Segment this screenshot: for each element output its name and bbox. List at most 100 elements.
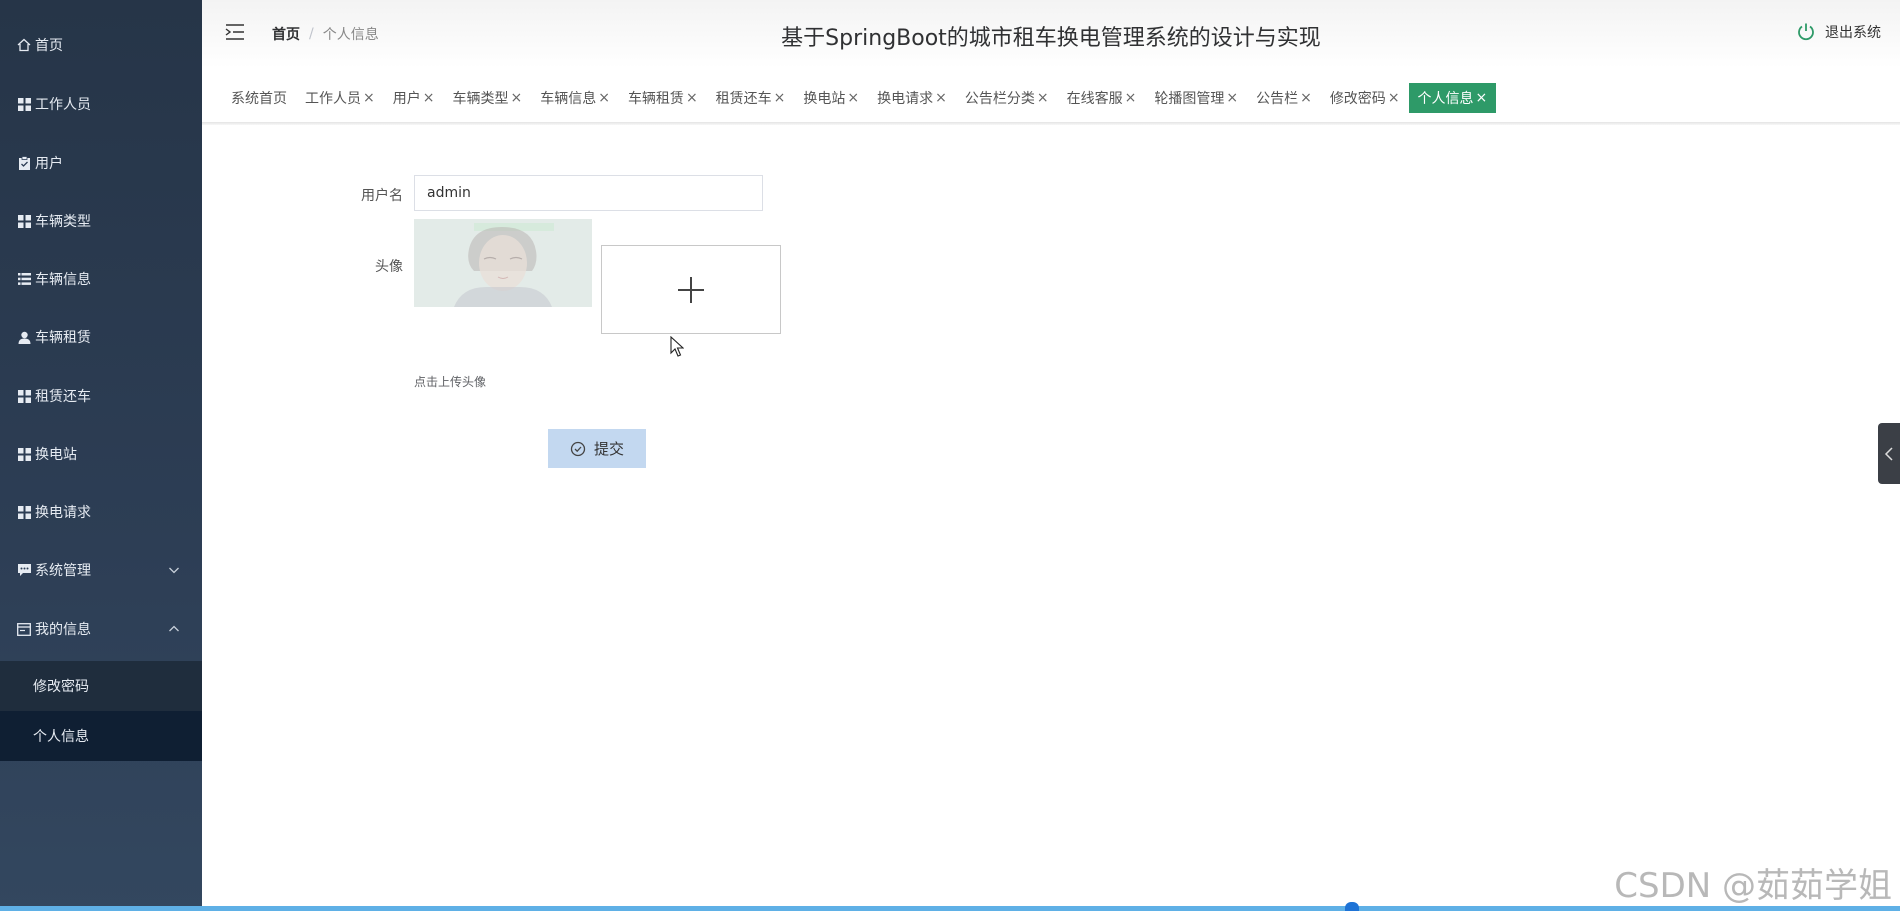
tab-notice-category[interactable]: 公告栏分类 × <box>956 83 1058 113</box>
tab-label: 用户 <box>392 91 421 107</box>
close-icon[interactable]: × <box>1300 90 1312 106</box>
close-icon[interactable]: × <box>510 90 522 106</box>
list-icon <box>17 272 31 286</box>
submit-button[interactable]: 提交 <box>548 429 646 468</box>
tab-label: 工作人员 <box>305 91 361 107</box>
sidebar-item-label: 我的信息 <box>35 622 91 638</box>
mouse-cursor-icon <box>670 336 684 357</box>
username-label: 用户名 <box>361 188 403 204</box>
close-icon[interactable]: × <box>1037 90 1049 106</box>
sidebar-item-label: 修改密码 <box>33 679 89 695</box>
side-collapse-handle[interactable] <box>1878 423 1900 484</box>
sidebar-item-label: 租赁还车 <box>35 389 91 405</box>
sidebar-item-home[interactable]: 首页 <box>0 25 202 65</box>
tab-label: 换电请求 <box>877 91 934 107</box>
tab-label: 个人信息 <box>1417 91 1474 107</box>
sidebar: 首页 工作人员 用户 车辆类型 车辆信息 车辆租赁 租赁还车 换电站 换电请求 … <box>0 0 202 911</box>
close-icon[interactable]: × <box>774 90 786 106</box>
page-title: 基于SpringBoot的城市租车换电管理系统的设计与实现 <box>781 26 1321 51</box>
tab-carousel-management[interactable]: 轮播图管理 × <box>1145 83 1247 113</box>
sidebar-item-label: 换电站 <box>35 447 77 463</box>
tab-rental-return[interactable]: 租赁还车 × <box>707 83 795 113</box>
watermark: CSDN @茹茹学姐 <box>1614 866 1892 906</box>
sidebar-item-label: 首页 <box>35 38 63 54</box>
clipboard-icon <box>17 156 31 170</box>
logout-label: 退出系统 <box>1825 25 1881 41</box>
avatar-upload-button[interactable] <box>601 245 781 334</box>
sidebar-item-label: 个人信息 <box>33 729 89 745</box>
tab-system-home[interactable]: 系统首页 <box>222 83 296 113</box>
chevron-left-icon <box>1884 446 1893 461</box>
tab-change-password[interactable]: 修改密码 × <box>1321 83 1409 113</box>
close-icon[interactable]: × <box>1388 90 1400 106</box>
logout-button[interactable]: 退出系统 <box>1796 22 1881 42</box>
plus-icon <box>678 276 704 303</box>
chevron-up-icon <box>168 623 180 635</box>
sidebar-item-label: 车辆信息 <box>35 272 91 288</box>
tab-label: 轮播图管理 <box>1154 91 1225 107</box>
close-icon[interactable]: × <box>1125 90 1137 106</box>
sidebar-subitem-personal-info[interactable]: 个人信息 <box>0 711 202 761</box>
sidebar-item-vehicle-type[interactable]: 车辆类型 <box>0 201 202 241</box>
tab-notice-board[interactable]: 公告栏 × <box>1247 83 1321 113</box>
submit-label: 提交 <box>593 441 624 458</box>
power-icon <box>1798 23 1814 41</box>
sidebar-item-system-management[interactable]: 系统管理 <box>0 550 202 590</box>
card-icon <box>17 622 31 636</box>
avatar-label: 头像 <box>375 259 403 275</box>
tab-vehicle-type[interactable]: 车辆类型 × <box>443 83 531 113</box>
grid-icon <box>17 447 31 461</box>
sidebar-item-swap-request[interactable]: 换电请求 <box>0 492 202 532</box>
close-icon[interactable]: × <box>935 90 947 106</box>
home-icon <box>17 38 31 52</box>
sidebar-item-label: 系统管理 <box>35 563 91 579</box>
sidebar-item-my-info[interactable]: 我的信息 <box>0 609 202 649</box>
grid-icon <box>17 97 31 111</box>
sidebar-item-vehicle-info[interactable]: 车辆信息 <box>0 259 202 299</box>
sidebar-item-label: 用户 <box>35 156 63 172</box>
sidebar-item-label: 换电请求 <box>35 505 91 521</box>
close-icon[interactable]: × <box>363 90 375 106</box>
sidebar-item-rental-return[interactable]: 租赁还车 <box>0 376 202 416</box>
username-input[interactable] <box>414 175 763 211</box>
tab-label: 在线客服 <box>1066 91 1123 107</box>
tab-vehicle-rental[interactable]: 车辆租赁 × <box>619 83 707 113</box>
close-icon[interactable]: × <box>686 90 698 106</box>
tab-swap-station[interactable]: 换电站 × <box>794 83 868 113</box>
tab-staff[interactable]: 工作人员 × <box>296 83 384 113</box>
close-icon[interactable]: × <box>598 90 610 106</box>
sidebar-subitem-change-password[interactable]: 修改密码 <box>0 661 202 711</box>
tab-label: 车辆信息 <box>540 91 597 107</box>
sidebar-item-label: 车辆类型 <box>35 214 91 230</box>
close-icon[interactable]: × <box>423 90 435 106</box>
tab-label: 租赁还车 <box>715 91 772 107</box>
check-circle-icon <box>570 441 586 456</box>
sidebar-item-label: 工作人员 <box>35 97 91 113</box>
tab-label: 公告栏 <box>1256 91 1299 107</box>
grid-icon <box>17 389 31 403</box>
tab-label: 系统首页 <box>231 91 287 107</box>
close-icon[interactable]: × <box>1476 90 1488 106</box>
close-icon[interactable]: × <box>1226 90 1238 106</box>
top-header: 首页 / 个人信息 基于SpringBoot的城市租车换电管理系统的设计与实现 … <box>202 0 1900 68</box>
close-icon[interactable]: × <box>847 90 859 106</box>
tab-label: 公告栏分类 <box>964 91 1035 107</box>
sidebar-item-vehicle-rental[interactable]: 车辆租赁 <box>0 317 202 357</box>
grid-icon <box>17 505 31 519</box>
sidebar-item-label: 车辆租赁 <box>35 330 91 346</box>
scroll-thumb[interactable] <box>1345 902 1359 911</box>
tab-vehicle-info[interactable]: 车辆信息 × <box>531 83 619 113</box>
sidebar-item-user[interactable]: 用户 <box>0 143 202 183</box>
tab-label: 修改密码 <box>1329 91 1386 107</box>
tab-label: 车辆类型 <box>452 91 509 107</box>
sidebar-item-staff[interactable]: 工作人员 <box>0 84 202 124</box>
sidebar-item-swap-station[interactable]: 换电站 <box>0 434 202 474</box>
user-icon <box>17 330 31 344</box>
tab-online-service[interactable]: 在线客服 × <box>1058 83 1146 113</box>
tab-swap-request[interactable]: 换电请求 × <box>868 83 956 113</box>
tabs-divider <box>202 122 1900 125</box>
chevron-down-icon <box>168 564 180 576</box>
grid-icon <box>17 214 31 228</box>
tab-user[interactable]: 用户 × <box>384 83 444 113</box>
tab-personal-info[interactable]: 个人信息 × <box>1408 83 1497 113</box>
